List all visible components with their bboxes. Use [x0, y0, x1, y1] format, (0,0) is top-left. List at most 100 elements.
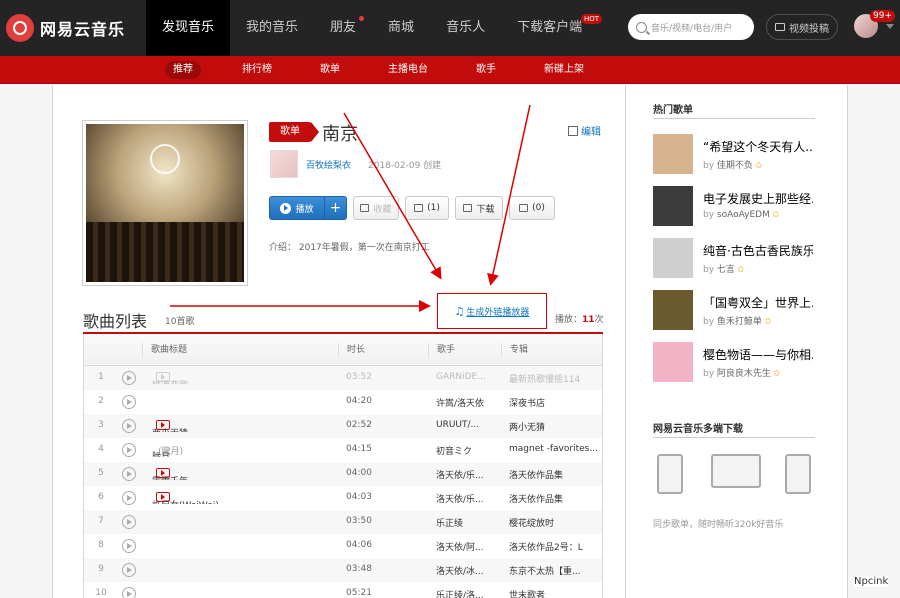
subnav-artists[interactable]: 歌手: [468, 61, 504, 79]
song-album[interactable]: 东京不太热【重...: [509, 564, 601, 577]
table-row[interactable]: 9 东京不太热（Feat.洛天依） 03:48 洛天依/冰... 东京不太热【重…: [84, 558, 602, 582]
song-title[interactable]: 許愿女(WeiWei): [152, 492, 342, 504]
song-album[interactable]: 最新热歌慢摇114: [509, 372, 601, 385]
play-circle-icon[interactable]: [122, 491, 136, 505]
play-circle-icon[interactable]: [122, 419, 136, 433]
song-album[interactable]: magnet -favorites...: [509, 444, 601, 454]
creator-name[interactable]: 百牧绘梨衣: [306, 158, 351, 171]
windows-icon[interactable]: [711, 454, 761, 488]
hot-playlist-item[interactable]: 樱色物语——与你相... by 阿良良木先生 ✩: [653, 342, 823, 382]
video-upload-button[interactable]: 视频投稿: [766, 14, 838, 40]
subnav-playlists[interactable]: 歌单: [312, 61, 348, 79]
song-album[interactable]: 洛天依作品集: [509, 468, 601, 481]
creator-avatar[interactable]: [270, 150, 298, 178]
table-row[interactable]: 4 胧月 - (朧月) 04:15 初音ミク magnet -favorites…: [84, 438, 602, 462]
table-row[interactable]: 7 樱花绽放时（乐正绫） 03:50 乐正绫 樱花绽放时: [84, 510, 602, 534]
song-artist[interactable]: 洛天依/乐...: [436, 468, 498, 481]
author-name[interactable]: 七言: [717, 265, 735, 275]
play-circle-icon[interactable]: [122, 539, 136, 553]
play-circle-icon[interactable]: [122, 587, 136, 598]
song-artist[interactable]: 乐正绫: [436, 516, 498, 529]
mv-icon[interactable]: [156, 492, 170, 502]
hot-playlist-title[interactable]: 电子发展史上那些经...: [703, 190, 813, 207]
comment-button[interactable]: (0): [509, 196, 555, 220]
nav-discover[interactable]: 发现音乐: [146, 0, 231, 56]
search-input[interactable]: 音乐/视频/电台/用户: [628, 14, 754, 40]
subnav-new-albums[interactable]: 新碟上架: [536, 61, 592, 79]
hot-playlist-cover[interactable]: [653, 290, 693, 330]
table-row[interactable]: 5 霜雪千年 04:00 洛天依/乐... 洛天依作品集: [84, 462, 602, 486]
song-artist[interactable]: 乐正绫/洛...: [436, 588, 498, 598]
song-title[interactable]: 胧月 - (朧月): [152, 444, 342, 457]
play-circle-icon[interactable]: [122, 467, 136, 481]
hot-playlist-title[interactable]: 樱色物语——与你相...: [703, 346, 813, 363]
hot-playlist-title[interactable]: 纯音·古色古香民族乐: [703, 242, 813, 259]
song-artist[interactable]: 许嵩/洛天依: [436, 396, 498, 409]
author-name[interactable]: soAoAyEDM: [717, 210, 770, 220]
mv-icon[interactable]: [156, 420, 170, 430]
mv-icon[interactable]: [156, 372, 170, 382]
song-artist[interactable]: 洛天依/乐...: [436, 492, 498, 505]
play-circle-icon[interactable]: [122, 395, 136, 409]
subnav-charts[interactable]: 排行榜: [234, 61, 280, 79]
subnav-recommend[interactable]: 推荐: [165, 61, 201, 79]
share-button[interactable]: (1): [405, 196, 449, 220]
notification-dot: [359, 16, 365, 21]
song-album[interactable]: 洛天依作品集: [509, 492, 601, 505]
subnav-radio[interactable]: 主播电台: [380, 61, 436, 79]
song-artist[interactable]: GARNiDE...: [436, 372, 498, 382]
chevron-down-icon[interactable]: [886, 24, 894, 29]
song-album[interactable]: 两小无猜: [509, 420, 601, 433]
edit-button[interactable]: 编辑: [568, 123, 601, 138]
song-title[interactable]: 霜雪千年: [152, 468, 342, 480]
hot-playlist-cover[interactable]: [653, 238, 693, 278]
song-title[interactable]: 桃源恋歌: [152, 372, 342, 384]
song-title[interactable]: 两小无猜: [152, 420, 342, 432]
song-album[interactable]: 世末歌者: [509, 588, 601, 598]
hot-playlist-item[interactable]: 「国粤双全」世界上... by 鱼禾打鲸单 ✩: [653, 290, 823, 330]
play-circle-icon[interactable]: [122, 371, 136, 385]
hot-playlist-title[interactable]: “希望这个冬天有人...: [703, 138, 813, 155]
song-album[interactable]: 洛天依作品2号：L: [509, 540, 601, 553]
hot-playlist-title[interactable]: 「国粤双全」世界上...: [703, 294, 813, 311]
table-row[interactable]: 8 春风来 04:06 洛天依/阿... 洛天依作品2号：L: [84, 534, 602, 558]
play-circle-icon[interactable]: [122, 443, 136, 457]
song-album[interactable]: 樱花绽放时: [509, 516, 601, 529]
song-duration: 05:21: [346, 588, 372, 598]
android-icon[interactable]: [785, 454, 811, 494]
song-artist[interactable]: 初音ミク: [436, 444, 498, 457]
play-button[interactable]: 播放: [269, 196, 325, 220]
nav-musician[interactable]: 音乐人: [430, 0, 501, 56]
play-circle-icon[interactable]: [122, 515, 136, 529]
song-artist[interactable]: 洛天依/阿...: [436, 540, 498, 553]
nav-download[interactable]: 下载客户端 HOT: [501, 0, 603, 56]
table-row[interactable]: 6 許愿女(WeiWei) 04:03 洛天依/乐... 洛天依作品集: [84, 486, 602, 510]
outlink-player-button[interactable]: ♫ 生成外链播放器: [437, 293, 547, 329]
add-to-queue-button[interactable]: +: [324, 196, 347, 220]
favorite-button[interactable]: 收藏: [353, 196, 399, 220]
hot-playlist-cover[interactable]: [653, 134, 693, 174]
nav-store[interactable]: 商城: [372, 0, 430, 56]
author-name[interactable]: 鱼禾打鲸单: [717, 317, 762, 327]
play-circle-icon[interactable]: [122, 563, 136, 577]
table-row[interactable]: 2 深夜书店 04:20 许嵩/洛天依 深夜书店: [84, 390, 602, 414]
apple-icon[interactable]: [657, 454, 683, 494]
mv-icon[interactable]: [156, 468, 170, 478]
hot-playlist-item[interactable]: “希望这个冬天有人... by 佳期不负 ✩: [653, 134, 823, 174]
song-album[interactable]: 深夜书店: [509, 396, 601, 409]
hot-playlist-item[interactable]: 电子发展史上那些经... by soAoAyEDM ✩: [653, 186, 823, 226]
song-artist[interactable]: 洛天依/冰...: [436, 564, 498, 577]
author-name[interactable]: 阿良良木先生: [717, 369, 771, 379]
song-artist[interactable]: URUUT/...: [436, 420, 498, 430]
table-row[interactable]: 10 世末歌者 05:21 乐正绫/洛... 世末歌者: [84, 582, 602, 598]
hot-playlist-cover[interactable]: [653, 342, 693, 382]
author-name[interactable]: 佳期不负: [717, 161, 753, 171]
logo[interactable]: 网易云音乐: [6, 10, 125, 46]
table-row[interactable]: 3 两小无猜 02:52 URUUT/... 两小无猜: [84, 414, 602, 438]
hot-playlist-cover[interactable]: [653, 186, 693, 226]
hot-playlist-item[interactable]: 纯音·古色古香民族乐 by 七言 ✩: [653, 238, 823, 278]
download-button[interactable]: 下载: [455, 196, 503, 220]
nav-my-music[interactable]: 我的音乐: [230, 0, 314, 56]
table-row[interactable]: 1 桃源恋歌 03:52 GARNiDE... 最新热歌慢摇114: [84, 366, 602, 390]
nav-friends[interactable]: 朋友: [314, 0, 372, 56]
